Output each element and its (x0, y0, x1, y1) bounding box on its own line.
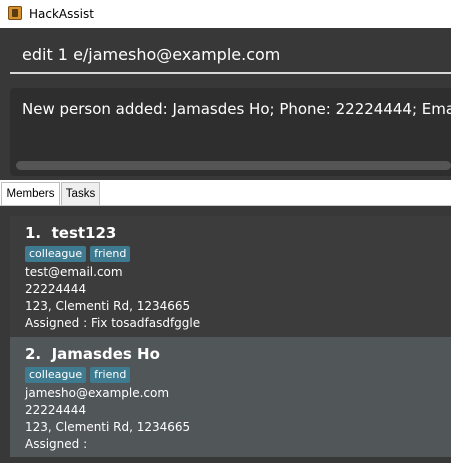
tag: friend (90, 246, 131, 262)
result-box: New person added: Jamasdes Ho; Phone: 22… (10, 88, 451, 176)
member-name-text: test123 (51, 224, 117, 242)
tab-tasks[interactable]: Tasks (61, 182, 100, 205)
member-assigned: Assigned : Fix tosadfasdfggle (25, 316, 201, 330)
command-input[interactable] (10, 36, 451, 74)
result-display: New person added: Jamasdes Ho; Phone: 22… (0, 84, 451, 180)
member-list: 1. test123 colleague friend test@email.c… (0, 206, 451, 463)
member-phone: 22224444 (25, 282, 87, 296)
member-assigned: Assigned : (25, 437, 88, 451)
result-text: New person added: Jamasdes Ho; Phone: 22… (22, 100, 451, 118)
window-title: HackAssist (29, 7, 94, 21)
tab-members[interactable]: Members (1, 182, 60, 205)
command-box (0, 28, 451, 84)
member-name-text: Jamasdes Ho (51, 345, 160, 363)
tab-bar: Members Tasks (0, 180, 451, 206)
member-email: test@email.com (25, 265, 123, 279)
member-card-selected[interactable]: 2. Jamasdes Ho colleague friend jamesho@… (10, 337, 451, 457)
member-card[interactable]: 1. test123 colleague friend test@email.c… (10, 216, 451, 337)
app-logo-icon (8, 6, 22, 20)
member-phone: 22224444 (25, 403, 87, 417)
tag-list: colleague friend (25, 367, 131, 383)
member-name: 1. test123 (25, 224, 116, 242)
tag: colleague (25, 246, 87, 262)
member-email: jamesho@example.com (25, 386, 170, 400)
member-index: 2. (25, 345, 42, 363)
member-address: 123, Clementi Rd, 1234665 (25, 299, 191, 313)
member-index: 1. (25, 224, 42, 242)
tag: friend (90, 367, 131, 383)
title-bar: HackAssist (0, 0, 451, 28)
member-address: 123, Clementi Rd, 1234665 (25, 420, 191, 434)
horizontal-scrollbar[interactable] (16, 161, 451, 170)
member-name: 2. Jamasdes Ho (25, 345, 160, 363)
tag-list: colleague friend (25, 246, 131, 262)
tag: colleague (25, 367, 87, 383)
